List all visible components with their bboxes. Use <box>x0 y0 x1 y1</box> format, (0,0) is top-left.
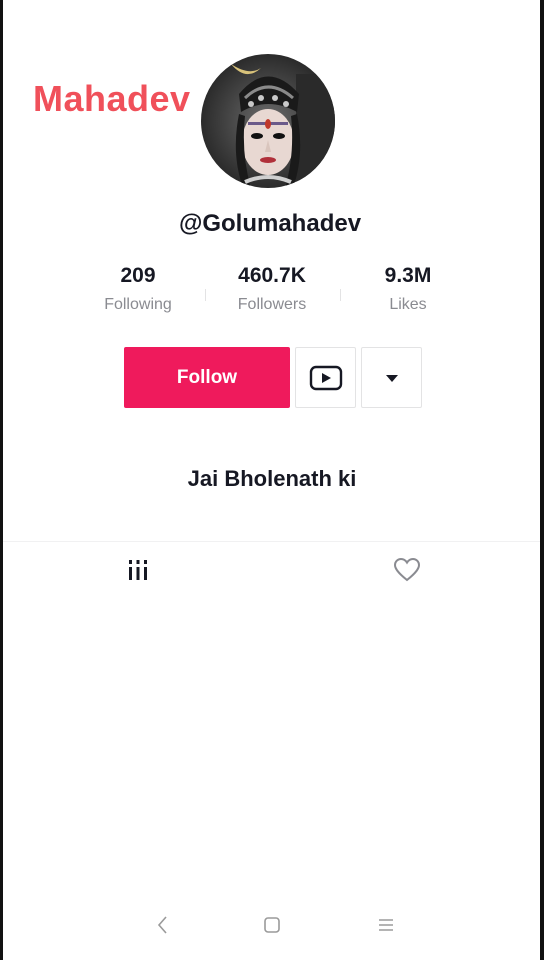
tab-divider <box>3 541 540 542</box>
likes-label: Likes <box>389 296 427 313</box>
tab-videos[interactable] <box>124 556 152 584</box>
nav-back-button[interactable] <box>150 913 174 937</box>
likes-count: 9.3M <box>384 264 432 287</box>
stat-likes[interactable]: 9.3M Likes <box>348 264 468 314</box>
nav-home-button[interactable] <box>260 913 284 937</box>
following-label: Following <box>104 296 172 313</box>
stat-followers[interactable]: 460.7K Followers <box>212 264 332 314</box>
stats-row: 209 Following 460.7K Followers 9.3M Like… <box>0 264 540 324</box>
stat-following[interactable]: 209 Following <box>78 264 198 314</box>
follow-button[interactable]: Follow <box>124 347 290 408</box>
profile-bio: Jai Bholenath ki <box>187 466 357 491</box>
avatar-image <box>201 54 335 188</box>
youtube-icon <box>309 365 342 390</box>
more-options-button[interactable] <box>361 347 422 408</box>
videos-grid-icon <box>129 560 147 580</box>
following-count: 209 <box>120 264 156 287</box>
followers-label: Followers <box>237 296 307 313</box>
heart-outline-icon <box>393 557 421 582</box>
avatar[interactable] <box>201 54 335 188</box>
stat-divider <box>340 289 341 301</box>
username: @Golumahadev <box>178 210 362 237</box>
home-square-icon <box>264 917 280 933</box>
followers-count: 460.7K <box>238 264 306 287</box>
menu-lines-icon <box>379 919 393 931</box>
tab-liked[interactable] <box>393 556 421 584</box>
watermark-text: Mahadev <box>33 78 191 119</box>
stat-divider <box>205 289 206 301</box>
nav-recent-button[interactable] <box>374 913 398 937</box>
caret-down-icon <box>385 374 398 382</box>
back-chevron-icon <box>157 916 167 934</box>
youtube-button[interactable] <box>295 347 356 408</box>
system-nav-bar <box>0 905 540 945</box>
